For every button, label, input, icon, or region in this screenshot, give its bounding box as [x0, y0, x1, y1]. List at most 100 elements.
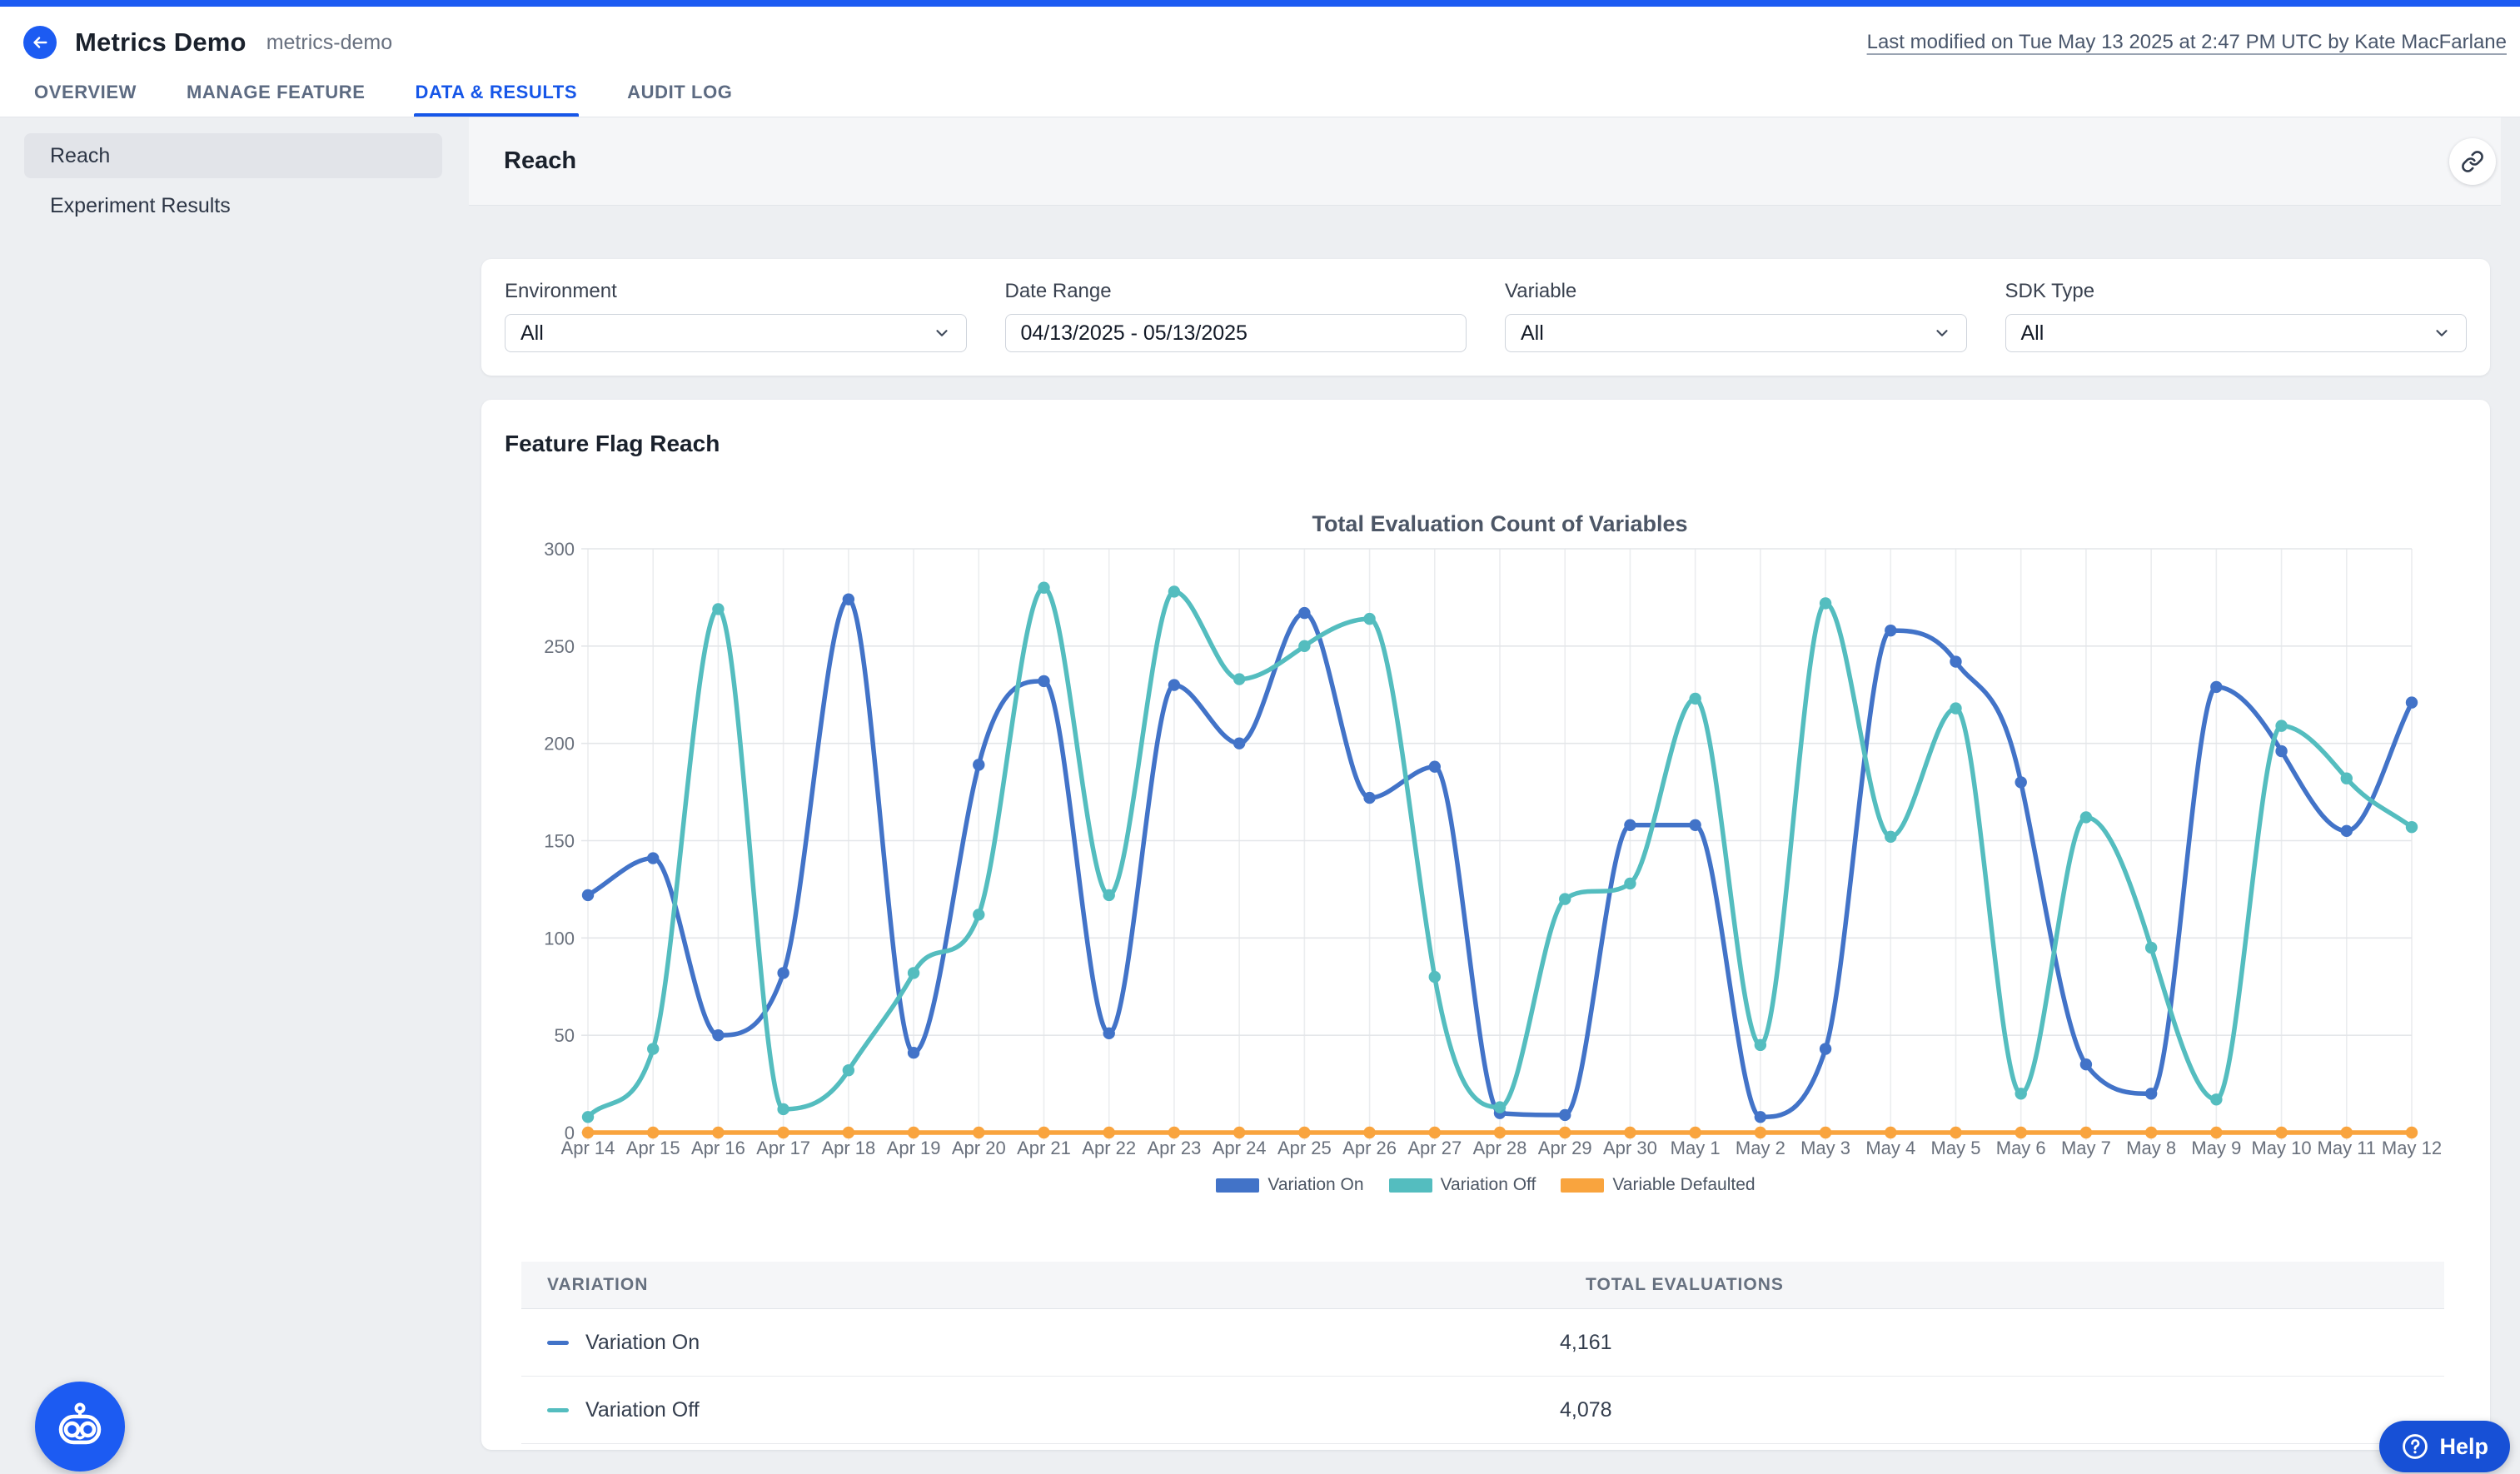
data-point[interactable] [712, 1127, 724, 1138]
data-point[interactable] [2210, 681, 2222, 693]
data-point[interactable] [2145, 1088, 2157, 1099]
data-point[interactable] [712, 1029, 724, 1041]
data-point[interactable] [2015, 776, 2027, 788]
data-point[interactable] [2145, 942, 2157, 954]
data-point[interactable] [1885, 831, 1896, 843]
data-point[interactable] [2080, 1058, 2092, 1070]
data-point[interactable] [1298, 607, 1310, 619]
data-point[interactable] [1168, 679, 1180, 690]
data-point[interactable] [1885, 625, 1896, 636]
data-point[interactable] [2210, 1127, 2222, 1138]
tab-audit-log[interactable]: AUDIT LOG [625, 72, 734, 117]
data-point[interactable] [647, 1043, 659, 1054]
data-point[interactable] [1363, 792, 1375, 804]
data-point[interactable] [1103, 1028, 1115, 1039]
data-point[interactable] [908, 1127, 919, 1138]
data-point[interactable] [2341, 1127, 2353, 1138]
data-point[interactable] [2275, 720, 2287, 731]
assistant-bot-button[interactable] [35, 1382, 125, 1472]
sidebar-item-experiment-results[interactable]: Experiment Results [24, 183, 442, 228]
data-point[interactable] [2275, 1127, 2287, 1138]
data-point[interactable] [2341, 773, 2353, 784]
data-point[interactable] [1624, 819, 1636, 831]
data-point[interactable] [1429, 971, 1441, 983]
data-point[interactable] [1038, 1127, 1049, 1138]
legend-item-variable-defaulted[interactable]: Variable Defaulted [1561, 1175, 1755, 1195]
data-point[interactable] [2341, 825, 2353, 837]
data-point[interactable] [973, 909, 984, 920]
data-point[interactable] [908, 967, 919, 979]
sdk-type-select[interactable]: All [2005, 314, 2468, 352]
date-range-input[interactable]: 04/13/2025 - 05/13/2025 [1005, 314, 1467, 352]
data-point[interactable] [2080, 1127, 2092, 1138]
data-point[interactable] [582, 889, 594, 901]
data-point[interactable] [1168, 1127, 1180, 1138]
data-point[interactable] [582, 1111, 594, 1123]
data-point[interactable] [1820, 1127, 1831, 1138]
data-point[interactable] [1950, 655, 1961, 667]
legend-item-variation-off[interactable]: Variation Off [1389, 1175, 1536, 1195]
tab-data-results[interactable]: DATA & RESULTS [414, 72, 580, 117]
data-point[interactable] [582, 1127, 594, 1138]
help-button[interactable]: Help [2379, 1421, 2510, 1472]
data-point[interactable] [1559, 1109, 1571, 1121]
data-point[interactable] [1038, 582, 1049, 594]
data-point[interactable] [1885, 1127, 1896, 1138]
data-point[interactable] [2015, 1127, 2027, 1138]
data-point[interactable] [973, 759, 984, 770]
sidebar-item-reach[interactable]: Reach [24, 133, 442, 178]
data-point[interactable] [2406, 1127, 2418, 1138]
copy-link-button[interactable] [2449, 138, 2496, 185]
variable-select[interactable]: All [1505, 314, 1967, 352]
data-point[interactable] [647, 852, 659, 864]
data-point[interactable] [1559, 1127, 1571, 1138]
data-point[interactable] [2275, 745, 2287, 757]
tab-manage-feature[interactable]: MANAGE FEATURE [185, 72, 367, 117]
data-point[interactable] [843, 1064, 854, 1076]
data-point[interactable] [1755, 1127, 1766, 1138]
data-point[interactable] [1689, 693, 1701, 705]
data-point[interactable] [1820, 1043, 1831, 1054]
data-point[interactable] [1950, 702, 1961, 714]
data-point[interactable] [1233, 1127, 1245, 1138]
back-button[interactable] [23, 26, 57, 59]
data-point[interactable] [1363, 613, 1375, 625]
data-point[interactable] [1494, 1127, 1506, 1138]
data-point[interactable] [2145, 1127, 2157, 1138]
data-point[interactable] [647, 1127, 659, 1138]
data-point[interactable] [2210, 1093, 2222, 1105]
data-point[interactable] [1429, 761, 1441, 773]
data-point[interactable] [1168, 585, 1180, 597]
data-point[interactable] [2406, 696, 2418, 708]
data-point[interactable] [1689, 1127, 1701, 1138]
environment-select[interactable]: All [505, 314, 967, 352]
data-point[interactable] [777, 1103, 789, 1115]
data-point[interactable] [1103, 889, 1115, 901]
data-point[interactable] [1624, 878, 1636, 889]
data-point[interactable] [1755, 1111, 1766, 1123]
data-point[interactable] [1233, 673, 1245, 685]
data-point[interactable] [843, 1127, 854, 1138]
data-point[interactable] [908, 1047, 919, 1058]
tab-overview[interactable]: OVERVIEW [32, 72, 138, 117]
data-point[interactable] [1820, 597, 1831, 609]
data-point[interactable] [1755, 1039, 1766, 1051]
data-point[interactable] [1103, 1127, 1115, 1138]
data-point[interactable] [1298, 1127, 1310, 1138]
data-point[interactable] [2015, 1088, 2027, 1099]
data-point[interactable] [777, 1127, 789, 1138]
legend-item-variation-on[interactable]: Variation On [1216, 1175, 1363, 1195]
data-point[interactable] [1624, 1127, 1636, 1138]
data-point[interactable] [1494, 1101, 1506, 1113]
data-point[interactable] [1689, 819, 1701, 831]
data-point[interactable] [973, 1127, 984, 1138]
data-point[interactable] [2080, 811, 2092, 823]
data-point[interactable] [1429, 1127, 1441, 1138]
data-point[interactable] [843, 594, 854, 605]
data-point[interactable] [1233, 737, 1245, 749]
data-point[interactable] [1363, 1127, 1375, 1138]
data-point[interactable] [777, 967, 789, 979]
data-point[interactable] [712, 603, 724, 615]
data-point[interactable] [1559, 893, 1571, 904]
data-point[interactable] [1038, 675, 1049, 687]
